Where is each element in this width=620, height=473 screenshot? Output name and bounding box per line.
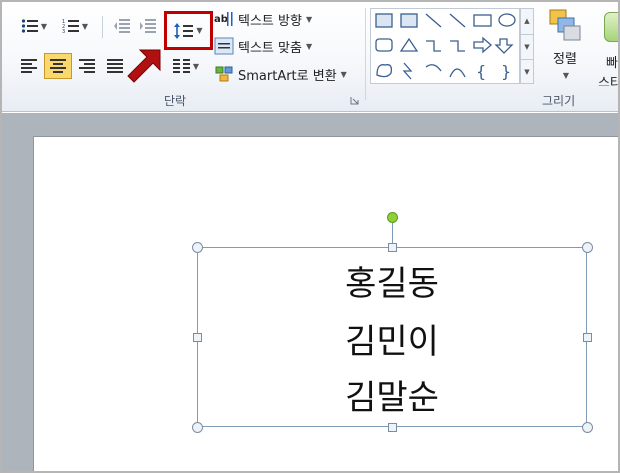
shapes-gallery[interactable]: { } — [370, 8, 520, 84]
align-right-icon — [79, 59, 95, 73]
resize-handle-top-left[interactable] — [192, 242, 203, 253]
gallery-down-button[interactable]: ▼ — [521, 34, 533, 59]
resize-handle-bottom-right[interactable] — [582, 422, 593, 433]
text-direction-button[interactable]: ab 텍스트 방향 ▼ — [214, 8, 334, 30]
text-direction-icon: ab — [214, 12, 233, 26]
line-spacing-icon — [174, 22, 194, 39]
decrease-indent-icon — [114, 19, 130, 33]
quick-styles-label-2: 스타 — [598, 76, 618, 86]
increase-indent-icon — [140, 19, 156, 33]
numbering-button[interactable]: 1 2 3 ▼ — [56, 14, 94, 38]
svg-text:3: 3 — [62, 29, 65, 34]
quick-styles-swatch — [604, 12, 618, 42]
divider — [102, 16, 103, 38]
dialog-launcher-icon — [350, 96, 358, 104]
gallery-scroll[interactable]: ▲ ▼ ▼ — [520, 8, 534, 84]
align-right-button[interactable] — [74, 54, 100, 78]
chevron-down-icon: ▼ — [305, 14, 313, 24]
line-spacing-button[interactable]: ▼ — [164, 11, 213, 50]
columns-button[interactable]: ▼ — [168, 54, 204, 78]
paragraph-dialog-launcher[interactable] — [348, 94, 360, 106]
chevron-down-icon: ▼ — [305, 41, 313, 51]
gallery-up-button[interactable]: ▲ — [521, 9, 533, 34]
chevron-down-icon: ▼ — [196, 26, 203, 35]
bullets-icon — [21, 19, 38, 33]
convert-to-smartart-button[interactable]: SmartArt로 변환 ▼ — [214, 63, 362, 85]
resize-handle-top[interactable] — [388, 243, 397, 252]
quick-styles-button[interactable]: 빠 스타 — [598, 8, 618, 86]
ribbon: ▼ 1 2 3 ▼ ▼ ab 텍스트 방향 ▼ 텍스트 맞춤 ▼ SmartAr… — [2, 2, 618, 112]
svg-text:}: } — [501, 62, 511, 81]
increase-indent-button[interactable] — [136, 14, 160, 38]
shapes-gallery-icons: { } — [375, 13, 516, 81]
svg-text:ab: ab — [214, 14, 228, 25]
app-window: ▼ 1 2 3 ▼ ▼ ab 텍스트 방향 ▼ 텍스트 맞춤 ▼ SmartAr… — [0, 0, 620, 473]
chevron-down-icon: ▼ — [81, 21, 89, 31]
smartart-label: SmartArt로 변환 — [238, 68, 337, 84]
columns-icon — [172, 59, 190, 73]
arrange-label: 정렬 — [553, 52, 577, 67]
resize-handle-top-right[interactable] — [582, 242, 593, 253]
rotation-handle[interactable] — [387, 212, 398, 223]
chevron-down-icon: ▼ — [340, 69, 347, 79]
callout-arrow-icon — [127, 49, 161, 83]
resize-handle-bottom[interactable] — [388, 423, 397, 432]
align-left-icon — [21, 59, 37, 73]
decrease-indent-button[interactable] — [110, 14, 134, 38]
align-text-icon — [214, 37, 234, 55]
bullets-button[interactable]: ▼ — [16, 14, 52, 38]
align-center-button[interactable] — [44, 53, 72, 79]
align-text-button[interactable]: 텍스트 맞춤 ▼ — [214, 35, 334, 57]
paragraph-group-label: 단락 — [164, 94, 187, 108]
text-line-1[interactable]: 홍길동 — [197, 256, 587, 305]
arrange-icon — [549, 9, 581, 41]
chevron-down-icon: ▼ — [192, 61, 200, 71]
group-divider — [365, 8, 366, 100]
align-center-icon — [50, 59, 66, 73]
smartart-icon — [215, 66, 233, 82]
svg-text:{: { — [476, 62, 486, 81]
drawing-group-label: 그리기 — [542, 94, 576, 108]
arrange-button[interactable]: 정렬 ▼ — [542, 8, 588, 86]
text-line-2[interactable]: 김민이 — [197, 314, 587, 363]
numbering-icon: 1 2 3 — [62, 19, 79, 34]
text-direction-label: 텍스트 방향 — [238, 13, 302, 29]
chevron-down-icon: ▼ — [40, 21, 48, 31]
chevron-down-icon: ▼ — [562, 71, 570, 80]
text-line-3[interactable]: 김말순 — [197, 370, 587, 419]
align-left-button[interactable] — [16, 54, 42, 78]
resize-handle-bottom-left[interactable] — [192, 422, 203, 433]
quick-styles-label: 빠 — [606, 56, 618, 71]
align-text-label: 텍스트 맞춤 — [238, 40, 302, 56]
gallery-more-button[interactable]: ▼ — [521, 59, 533, 83]
